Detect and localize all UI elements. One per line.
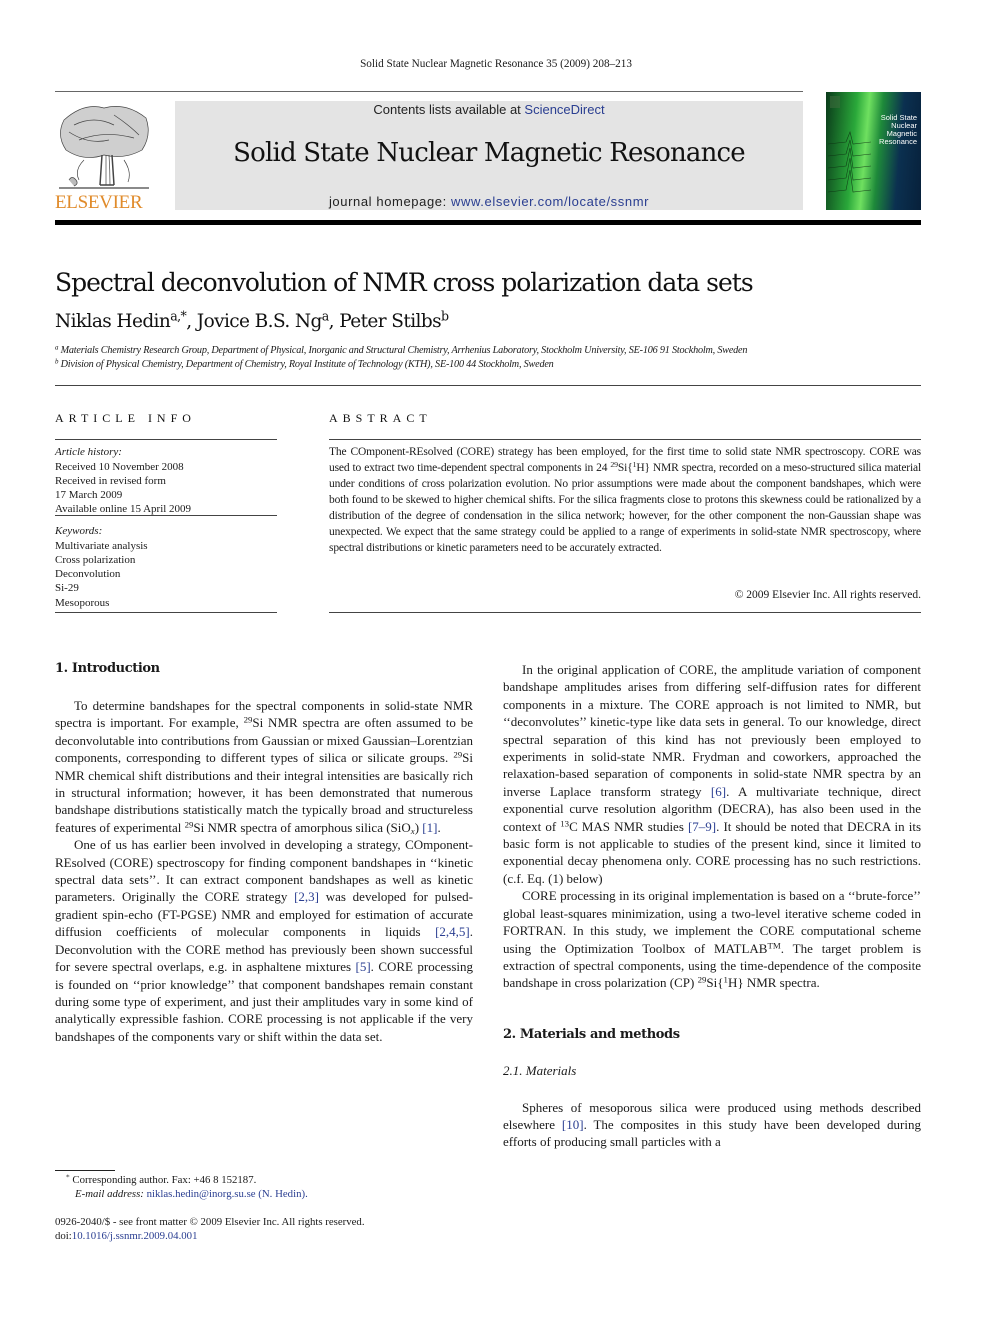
- paragraph: Spheres of mesoporous silica were produc…: [503, 1099, 921, 1151]
- affiliation-mark: a: [55, 344, 59, 352]
- article-info-heading: ARTICLE INFO: [55, 411, 196, 425]
- affiliation-text: Materials Chemistry Research Group, Depa…: [60, 345, 748, 356]
- history-label: Article history:: [55, 446, 122, 458]
- text-run: Si{: [706, 975, 724, 991]
- footnote-rule: [55, 1170, 115, 1171]
- citation-link[interactable]: [1]: [422, 820, 437, 835]
- cover-title: Solid State Nuclear Magnetic Resonance: [879, 114, 917, 146]
- abstract-text: The COmponent-REsolved (CORE) strategy h…: [329, 444, 921, 556]
- journal-title: Solid State Nuclear Magnetic Resonance: [233, 138, 746, 168]
- homepage-prefix: journal homepage:: [328, 194, 452, 209]
- abstract-text-run: H} NMR spectra, recorded on a meso-struc…: [329, 462, 921, 554]
- info-rule: [55, 439, 277, 440]
- abstract-rule: [329, 439, 921, 440]
- section-heading-introduction: 1. Introduction: [55, 661, 160, 676]
- keyword-item: Deconvolution: [55, 568, 121, 580]
- citation-link[interactable]: [2,3]: [294, 889, 319, 904]
- abstract-heading: ABSTRACT: [329, 411, 432, 425]
- abstract-text-run: Si{: [617, 462, 633, 474]
- email-footnote: E-mail address: niklas.hedin@inorg.su.se…: [75, 1188, 308, 1200]
- history-item: 17 March 2009: [55, 489, 123, 501]
- journal-cover-image[interactable]: Solid State Nuclear Magnetic Resonance: [826, 92, 921, 210]
- author-name[interactable]: Jovice B.S. Ng: [197, 311, 323, 332]
- keyword-item: Cross polarization: [55, 554, 136, 566]
- right-column: In the original application of CORE, the…: [503, 661, 921, 1151]
- abstract-rule: [329, 612, 921, 613]
- corresponding-author-footnote: * Corresponding author. Fax: +46 8 15218…: [66, 1173, 257, 1186]
- email-suffix: (N. Hedin).: [255, 1188, 308, 1200]
- doi-link[interactable]: 10.1016/j.ssnmr.2009.04.001: [72, 1230, 198, 1242]
- text-run: C MAS NMR studies: [569, 818, 688, 834]
- superscript: 29: [610, 460, 618, 470]
- history-item: Available online 15 April 2009: [55, 503, 192, 515]
- contents-line: Contents lists available at ScienceDirec…: [175, 102, 803, 117]
- author-name[interactable]: Peter Stilbs: [339, 311, 441, 332]
- citation-link[interactable]: [10]: [562, 1117, 584, 1132]
- citation-link[interactable]: [5]: [356, 959, 371, 974]
- left-column: To determine bandshapes for the spectral…: [55, 697, 473, 1045]
- article-title: Spectral deconvolution of NMR cross pola…: [55, 268, 754, 297]
- publisher-wordmark[interactable]: ELSEVIER: [55, 192, 155, 214]
- doi-label: doi:: [55, 1230, 72, 1242]
- journal-banner: Contents lists available at ScienceDirec…: [175, 101, 803, 210]
- doi-line: doi:10.1016/j.ssnmr.2009.04.001: [55, 1230, 197, 1242]
- info-rule: [55, 515, 277, 516]
- author-marks[interactable]: b: [441, 309, 449, 324]
- history-item: Received in revised form: [55, 475, 166, 487]
- info-rule: [55, 612, 277, 613]
- header-top-rule: [55, 91, 803, 92]
- keywords-label: Keywords:: [55, 525, 103, 537]
- paragraph: One of us has earlier been involved in d…: [55, 836, 473, 1045]
- author-list: Niklas Hedina,*, Jovice B.S. Nga, Peter …: [55, 308, 449, 332]
- text-run: H} NMR spectra.: [727, 975, 820, 991]
- paragraph: In the original application of CORE, the…: [503, 661, 921, 887]
- keyword-item: Si-29: [55, 582, 79, 594]
- section-heading-materials-methods: 2. Materials and methods: [503, 1026, 680, 1042]
- abstract-copyright: © 2009 Elsevier Inc. All rights reserved…: [734, 589, 921, 601]
- superscript: 29: [453, 749, 463, 760]
- affiliation-rule: [55, 385, 921, 386]
- paragraph: To determine bandshapes for the spectral…: [55, 697, 473, 836]
- keyword-item: Multivariate analysis: [55, 540, 148, 552]
- keyword-item: Mesoporous: [55, 597, 110, 609]
- cover-spectra-graphic: [827, 96, 872, 193]
- trademark-superscript: TM: [767, 940, 781, 951]
- superscript: 13: [560, 818, 570, 829]
- author-name[interactable]: Niklas Hedin: [55, 311, 171, 332]
- subsection-heading-materials: 2.1. Materials: [503, 1063, 577, 1079]
- homepage-line: journal homepage: www.elsevier.com/locat…: [175, 194, 803, 209]
- affiliation-a: a Materials Chemistry Research Group, De…: [55, 345, 747, 356]
- cover-title-line: Resonance: [879, 137, 917, 146]
- citation-link[interactable]: [7–9]: [688, 819, 716, 834]
- affiliation-mark: b: [55, 358, 59, 366]
- citation-link[interactable]: [2,4,5]: [435, 924, 470, 939]
- contents-prefix: Contents lists available at: [373, 102, 525, 117]
- header-thick-rule: [55, 220, 921, 225]
- email-label: E-mail address:: [75, 1188, 147, 1200]
- footnote-text: Corresponding author. Fax: +46 8 152187.: [69, 1174, 257, 1186]
- affiliation-text: Division of Physical Chemistry, Departme…: [60, 359, 554, 370]
- email-link[interactable]: niklas.hedin@inorg.su.se: [147, 1188, 256, 1200]
- front-matter-line: 0926-2040/$ - see front matter © 2009 El…: [55, 1216, 365, 1228]
- running-head: Solid State Nuclear Magnetic Resonance 3…: [360, 58, 632, 70]
- homepage-link[interactable]: www.elsevier.com/locate/ssnmr: [451, 194, 649, 209]
- text-run: Si NMR spectra of amorphous silica (SiO: [193, 819, 411, 835]
- text-run: .: [437, 819, 441, 835]
- citation-link[interactable]: [6]: [711, 784, 726, 799]
- author-marks[interactable]: a: [322, 309, 329, 324]
- history-item: Received 10 November 2008: [55, 461, 184, 473]
- sciencedirect-link[interactable]: ScienceDirect: [524, 102, 604, 117]
- affiliation-b: b Division of Physical Chemistry, Depart…: [55, 359, 554, 370]
- paragraph: CORE processing in its original implemen…: [503, 887, 921, 991]
- text-run: In the original application of CORE, the…: [503, 662, 921, 799]
- author-marks[interactable]: a,*: [170, 309, 187, 324]
